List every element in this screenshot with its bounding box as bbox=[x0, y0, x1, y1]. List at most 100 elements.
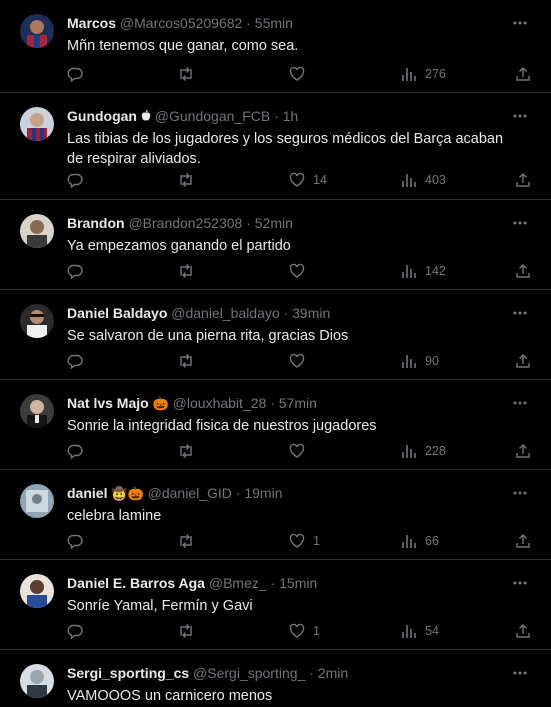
reply-button[interactable] bbox=[67, 262, 83, 280]
more-icon[interactable] bbox=[511, 394, 529, 412]
tweet-header: Daniel Baldayo @daniel_baldayo · 39min bbox=[67, 305, 331, 321]
tweet-actions: 276 bbox=[67, 65, 531, 83]
avatar[interactable] bbox=[20, 107, 54, 141]
avatar[interactable] bbox=[20, 664, 54, 698]
reply-button[interactable] bbox=[67, 532, 83, 550]
tweet-actions: 14 403 bbox=[67, 171, 531, 189]
author-handle[interactable]: @Sergi_sporting_ bbox=[193, 665, 305, 681]
like-icon bbox=[289, 66, 305, 82]
tweet[interactable]: Marcos @Marcos05209682 · 55min Mñn tenem… bbox=[0, 0, 551, 93]
avatar[interactable] bbox=[20, 14, 54, 48]
author-handle[interactable]: @daniel_GID bbox=[148, 485, 232, 501]
more-icon[interactable] bbox=[511, 664, 529, 682]
like-button[interactable] bbox=[289, 442, 313, 460]
retweet-button[interactable] bbox=[177, 442, 195, 460]
more-icon[interactable] bbox=[511, 304, 529, 322]
author-handle[interactable]: @Marcos05209682 bbox=[120, 15, 242, 31]
reply-button[interactable] bbox=[67, 171, 83, 189]
retweet-button[interactable] bbox=[177, 262, 195, 280]
retweet-button[interactable] bbox=[177, 65, 195, 83]
view-count: 403 bbox=[425, 173, 446, 187]
author-name[interactable]: daniel bbox=[67, 485, 107, 501]
share-icon bbox=[515, 443, 531, 459]
like-count: 1 bbox=[313, 624, 320, 638]
retweet-button[interactable] bbox=[177, 532, 195, 550]
author-handle[interactable]: @Brandon252308 bbox=[128, 215, 242, 231]
timestamp[interactable]: 52min bbox=[255, 215, 293, 231]
more-icon[interactable] bbox=[511, 574, 529, 592]
like-button[interactable] bbox=[289, 262, 313, 280]
avatar[interactable] bbox=[20, 214, 54, 248]
timestamp[interactable]: 15min bbox=[279, 575, 317, 591]
like-button[interactable]: 14 bbox=[289, 171, 327, 189]
share-button[interactable] bbox=[515, 442, 531, 460]
views-button[interactable]: 228 bbox=[401, 442, 446, 460]
author-name[interactable]: Brandon bbox=[67, 215, 125, 231]
like-button[interactable] bbox=[289, 352, 313, 370]
author-name[interactable]: Sergi_sporting_cs bbox=[67, 665, 189, 681]
author-name[interactable]: Marcos bbox=[67, 15, 116, 31]
author-handle[interactable]: @Gundogan_FCB bbox=[155, 108, 270, 124]
retweet-button[interactable] bbox=[177, 171, 195, 189]
reply-button[interactable] bbox=[67, 65, 83, 83]
view-count: 90 bbox=[425, 354, 439, 368]
tweet[interactable]: Daniel Baldayo @daniel_baldayo · 39min S… bbox=[0, 290, 551, 380]
avatar[interactable] bbox=[20, 484, 54, 518]
share-button[interactable] bbox=[515, 171, 531, 189]
more-icon[interactable] bbox=[511, 107, 529, 125]
tweet-text: Ya empezamos ganando el partido bbox=[67, 238, 291, 254]
timestamp[interactable]: 2min bbox=[318, 665, 348, 681]
retweet-button[interactable] bbox=[177, 622, 195, 640]
tweet-header: Nat lvs Majo 🎃 @louxhabit_28 · 57min bbox=[67, 395, 317, 411]
share-button[interactable] bbox=[515, 65, 531, 83]
more-icon[interactable] bbox=[511, 214, 529, 232]
share-button[interactable] bbox=[515, 532, 531, 550]
timestamp[interactable]: 19min bbox=[244, 485, 282, 501]
views-button[interactable]: 276 bbox=[401, 65, 446, 83]
author-handle[interactable]: @louxhabit_28 bbox=[173, 395, 267, 411]
tweet[interactable]: Gundogan @Gundogan_FCB · 1h Las tibias d… bbox=[0, 93, 551, 200]
more-icon[interactable] bbox=[511, 14, 529, 32]
retweet-button[interactable] bbox=[177, 352, 195, 370]
author-name[interactable]: Gundogan bbox=[67, 108, 137, 124]
author-name[interactable]: Daniel Baldayo bbox=[67, 305, 167, 321]
share-button[interactable] bbox=[515, 262, 531, 280]
author-name[interactable]: Daniel E. Barros Aga bbox=[67, 575, 205, 591]
apple-icon bbox=[141, 108, 151, 124]
views-button[interactable]: 54 bbox=[401, 622, 439, 640]
timestamp[interactable]: 57min bbox=[279, 395, 317, 411]
share-button[interactable] bbox=[515, 352, 531, 370]
views-button[interactable]: 403 bbox=[401, 171, 446, 189]
share-icon bbox=[515, 353, 531, 369]
views-button[interactable]: 142 bbox=[401, 262, 446, 280]
views-button[interactable]: 66 bbox=[401, 532, 439, 550]
timestamp[interactable]: 1h bbox=[283, 108, 299, 124]
avatar[interactable] bbox=[20, 304, 54, 338]
reply-button[interactable] bbox=[67, 352, 83, 370]
author-handle[interactable]: @daniel_baldayo bbox=[171, 305, 279, 321]
cowboy-pumpkin-icon: 🤠🎃 bbox=[111, 486, 144, 501]
tweet[interactable]: Daniel E. Barros Aga @Bmez_ · 15min Sonr… bbox=[0, 560, 551, 650]
view-count: 228 bbox=[425, 444, 446, 458]
avatar[interactable] bbox=[20, 394, 54, 428]
like-button[interactable] bbox=[289, 65, 313, 83]
timestamp[interactable]: 39min bbox=[292, 305, 330, 321]
tweet[interactable]: daniel 🤠🎃 @daniel_GID · 19min celebra la… bbox=[0, 470, 551, 560]
like-button[interactable]: 1 bbox=[289, 622, 320, 640]
timestamp[interactable]: 55min bbox=[255, 15, 293, 31]
share-button[interactable] bbox=[515, 622, 531, 640]
tweet[interactable]: Sergi_sporting_cs @Sergi_sporting_ · 2mi… bbox=[0, 650, 551, 707]
author-name[interactable]: Nat lvs Majo bbox=[67, 395, 149, 411]
author-handle[interactable]: @Bmez_ bbox=[209, 575, 267, 591]
more-icon[interactable] bbox=[511, 484, 529, 502]
avatar[interactable] bbox=[20, 574, 54, 608]
views-icon bbox=[401, 66, 417, 82]
like-button[interactable]: 1 bbox=[289, 532, 320, 550]
tweet[interactable]: Brandon @Brandon252308 · 52min Ya empeza… bbox=[0, 200, 551, 290]
reply-button[interactable] bbox=[67, 442, 83, 460]
reply-button[interactable] bbox=[67, 622, 83, 640]
like-icon bbox=[289, 623, 305, 639]
views-icon bbox=[401, 263, 417, 279]
views-button[interactable]: 90 bbox=[401, 352, 439, 370]
tweet[interactable]: Nat lvs Majo 🎃 @louxhabit_28 · 57min Son… bbox=[0, 380, 551, 470]
